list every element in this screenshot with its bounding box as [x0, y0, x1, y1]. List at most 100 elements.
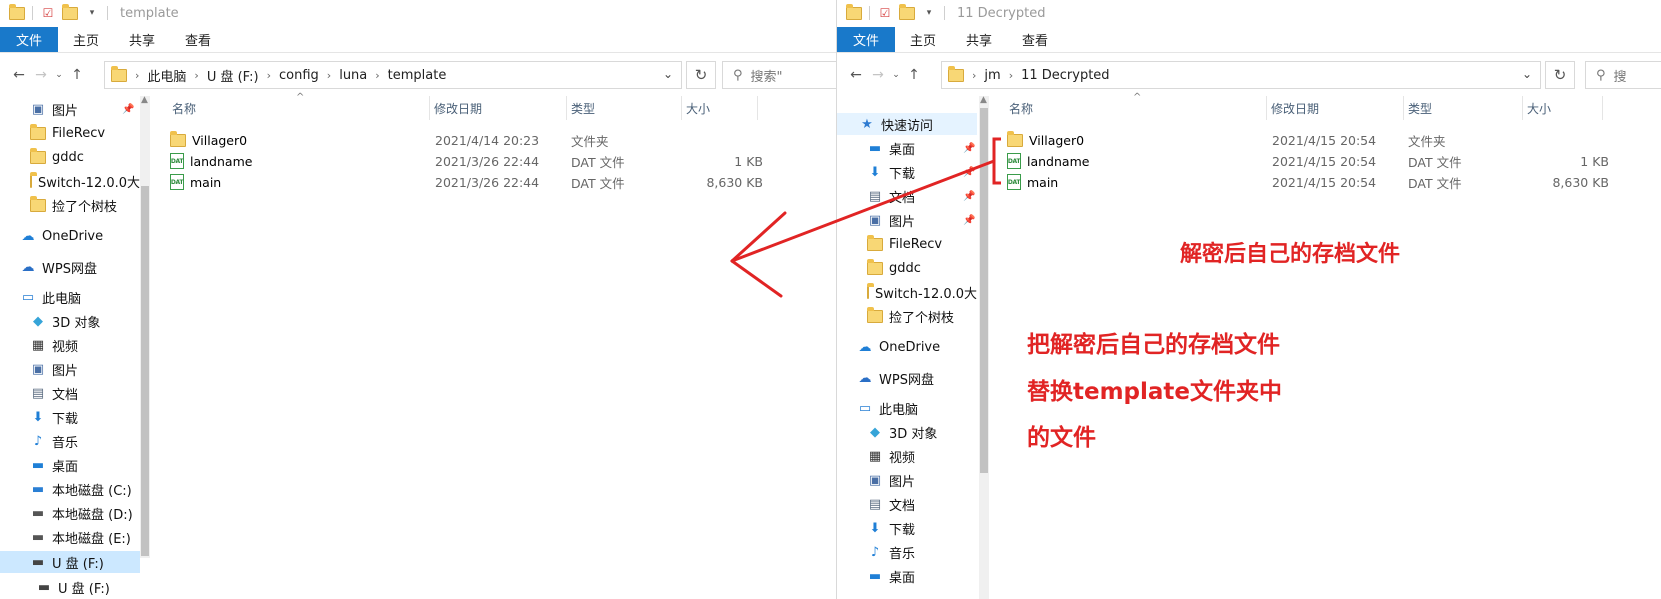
nav-item[interactable]: FileRecv: [837, 233, 977, 255]
nav-item[interactable]: ♪ 音乐: [0, 430, 140, 452]
nav-item[interactable]: ⬇ 下载 📌: [837, 161, 977, 183]
nav-item[interactable]: 捡了个树枝: [0, 194, 140, 216]
tab-share[interactable]: 共享: [951, 27, 1007, 52]
properties-icon[interactable]: ☑: [39, 4, 57, 22]
refresh-button[interactable]: ↻: [1545, 61, 1575, 89]
chevron-down-icon[interactable]: ⌄: [663, 67, 673, 81]
up-icon[interactable]: ↑: [903, 67, 925, 83]
nav-item[interactable]: ◆ 3D 对象: [837, 421, 977, 443]
pin-icon[interactable]: 📌: [963, 191, 975, 202]
tab-file[interactable]: 文件: [837, 27, 896, 52]
pin-icon[interactable]: 📌: [963, 167, 975, 178]
nav-item[interactable]: ▬ U 盘 (F:): [0, 551, 140, 573]
address-bar[interactable]: › 此电脑 › U 盘 (F:) › config › luna › templ…: [104, 61, 682, 89]
back-icon[interactable]: ←: [8, 67, 30, 83]
nav-item[interactable]: ▣ 图片 📌: [0, 98, 140, 120]
properties-icon[interactable]: ☑: [876, 4, 894, 22]
nav-scroll-thumb[interactable]: [141, 186, 149, 556]
pin-icon[interactable]: 📌: [122, 104, 134, 115]
file-row[interactable]: Villager0 2021/4/14 20:23 文件夹: [168, 130, 788, 150]
breadcrumb-jm[interactable]: jm: [984, 68, 1000, 83]
nav-item[interactable]: ▤ 文档: [837, 493, 977, 515]
nav-item[interactable]: ▣ 图片 📌: [837, 209, 977, 231]
file-row[interactable]: Villager0 2021/4/15 20:54 文件夹: [1005, 130, 1625, 150]
column-type[interactable]: 类型: [1404, 96, 1523, 120]
nav-item[interactable]: ☁ OneDrive: [837, 336, 977, 358]
nav-item[interactable]: Switch-12.0.0大: [0, 170, 140, 192]
pin-icon[interactable]: 📌: [963, 215, 975, 226]
nav-item[interactable]: ▬ 桌面: [837, 565, 977, 587]
recent-locations-icon[interactable]: ⌄: [889, 70, 903, 80]
pin-icon[interactable]: 📌: [963, 143, 975, 154]
tab-view[interactable]: 查看: [170, 27, 226, 52]
file-row[interactable]: DAT main 2021/3/26 22:44 DAT 文件 8,630 KB: [168, 172, 788, 192]
tab-view[interactable]: 查看: [1007, 27, 1063, 52]
chevron-down-icon[interactable]: ⌄: [1522, 67, 1532, 81]
nav-item[interactable]: ▬ U 盘 (F:): [0, 576, 140, 598]
nav-item[interactable]: ▭ 此电脑: [837, 397, 977, 419]
nav-item[interactable]: ▦ 视频: [837, 445, 977, 467]
nav-item[interactable]: ♪ 音乐: [837, 541, 977, 563]
file-row[interactable]: DAT main 2021/4/15 20:54 DAT 文件 8,630 KB: [1005, 172, 1625, 192]
folder-icon[interactable]: [8, 3, 26, 22]
nav-item[interactable]: Switch-12.0.0大: [837, 281, 977, 303]
recent-locations-icon[interactable]: ⌄: [52, 70, 66, 80]
forward-icon[interactable]: →: [30, 67, 52, 83]
column-type[interactable]: 类型: [567, 96, 682, 120]
column-size[interactable]: 大小: [682, 96, 758, 120]
new-folder-icon[interactable]: [898, 3, 916, 22]
folder-icon[interactable]: [845, 3, 863, 22]
breadcrumb-decrypted[interactable]: 11 Decrypted: [1021, 68, 1109, 83]
search-box[interactable]: ⚲ 搜索": [722, 61, 836, 89]
nav-item[interactable]: ▬ 桌面: [0, 454, 140, 476]
nav-item[interactable]: ⬇ 下载: [0, 406, 140, 428]
nav-item[interactable]: ▣ 图片: [0, 358, 140, 380]
back-icon[interactable]: ←: [845, 67, 867, 83]
nav-item[interactable]: FileRecv: [0, 122, 140, 144]
nav-item[interactable]: ▤ 文档: [0, 382, 140, 404]
column-date-modified[interactable]: 修改日期: [430, 96, 567, 120]
nav-item[interactable]: ▬ 本地磁盘 (D:): [0, 502, 140, 524]
breadcrumb-template[interactable]: template: [388, 68, 447, 83]
nav-item[interactable]: ▬ 桌面 📌: [837, 137, 977, 159]
forward-icon[interactable]: →: [867, 67, 889, 83]
customize-toolbar-icon[interactable]: ▾: [83, 4, 101, 22]
nav-item[interactable]: ☁ WPS网盘: [837, 367, 977, 389]
nav-item[interactable]: ▣ 图片: [837, 469, 977, 491]
nav-item[interactable]: ▦ 视频: [0, 334, 140, 356]
breadcrumb-luna[interactable]: luna: [339, 68, 367, 83]
nav-item[interactable]: gddc: [837, 257, 977, 279]
tab-file[interactable]: 文件: [0, 27, 59, 52]
file-row[interactable]: DAT landname 2021/3/26 22:44 DAT 文件 1 KB: [168, 151, 788, 171]
column-name[interactable]: 名称: [1005, 96, 1267, 120]
nav-item[interactable]: ☁ WPS网盘: [0, 256, 140, 278]
breadcrumb-this-pc[interactable]: 此电脑: [147, 66, 186, 85]
column-date-modified[interactable]: 修改日期: [1267, 96, 1404, 120]
nav-item[interactable]: ▤ 文档 📌: [837, 185, 977, 207]
scroll-up-icon[interactable]: ▲: [141, 96, 148, 105]
nav-item[interactable]: 捡了个树枝: [837, 305, 977, 327]
tab-share[interactable]: 共享: [114, 27, 170, 52]
nav-item[interactable]: ▬ 本地磁盘 (C:): [0, 478, 140, 500]
nav-item[interactable]: ⬇ 下载: [837, 517, 977, 539]
nav-item[interactable]: ▭ 此电脑: [0, 286, 140, 308]
column-name[interactable]: 名称: [168, 96, 430, 120]
search-box[interactable]: ⚲ 搜: [1585, 61, 1661, 89]
breadcrumb-u-drive[interactable]: U 盘 (F:): [207, 66, 259, 85]
scroll-up-icon[interactable]: ▲: [980, 96, 987, 105]
nav-item[interactable]: ▬ 本地磁盘 (E:): [0, 526, 140, 548]
nav-item[interactable]: ◆ 3D 对象: [0, 310, 140, 332]
tab-home[interactable]: 主页: [58, 27, 114, 52]
file-row[interactable]: DAT landname 2021/4/15 20:54 DAT 文件 1 KB: [1005, 151, 1625, 171]
nav-scroll-thumb[interactable]: [980, 108, 988, 473]
customize-toolbar-icon[interactable]: ▾: [920, 4, 938, 22]
refresh-button[interactable]: ↻: [686, 61, 716, 89]
new-folder-icon[interactable]: [61, 3, 79, 22]
nav-item[interactable]: ★ 快速访问: [837, 113, 977, 135]
column-size[interactable]: 大小: [1523, 96, 1603, 120]
nav-item[interactable]: ☁ OneDrive: [0, 225, 140, 247]
nav-item[interactable]: gddc: [0, 146, 140, 168]
up-icon[interactable]: ↑: [66, 67, 88, 83]
breadcrumb-config[interactable]: config: [279, 68, 319, 83]
address-bar[interactable]: › jm › 11 Decrypted ⌄: [941, 61, 1541, 89]
